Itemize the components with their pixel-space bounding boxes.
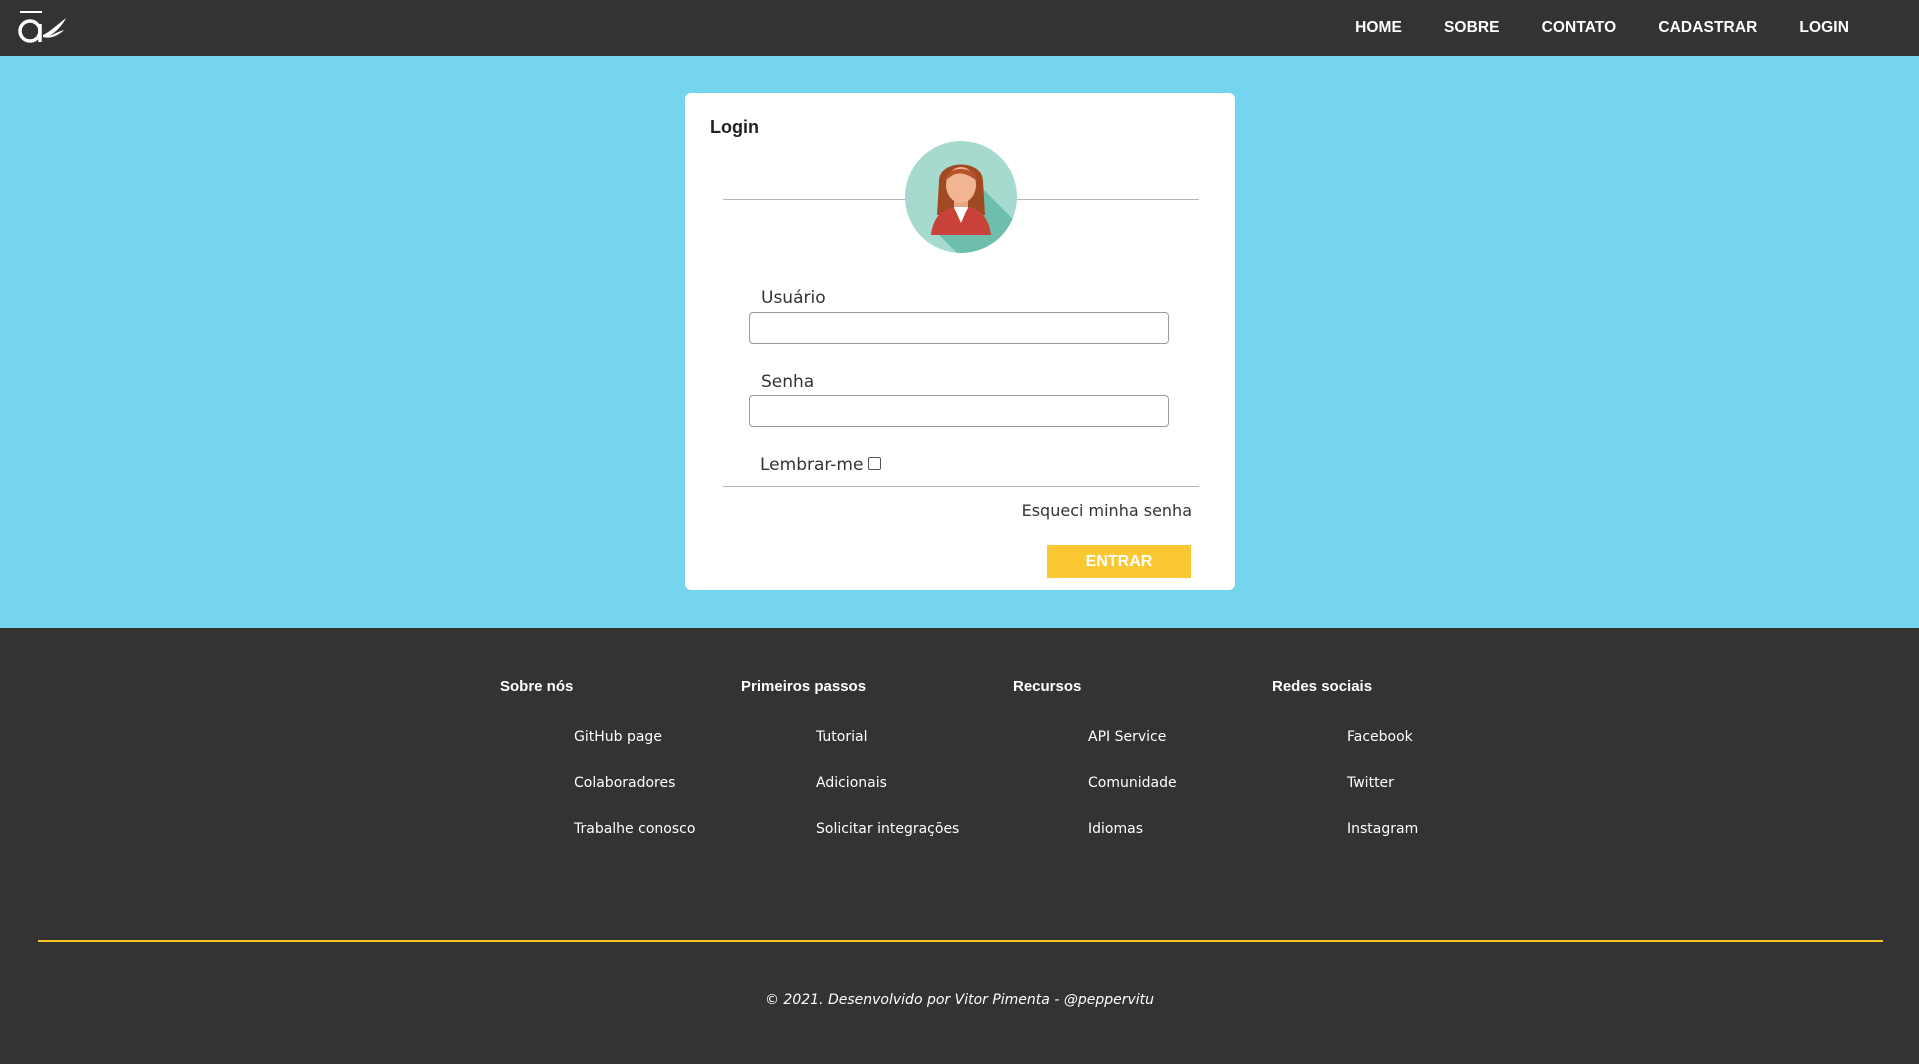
copyright-text: © 2021. Desenvolvido por Vitor Pimenta -…: [764, 992, 1154, 1008]
login-card: Login Usuário Senha Lembrar-me Esqueci m…: [685, 93, 1235, 590]
entrar-button[interactable]: ENTRAR: [1047, 545, 1191, 578]
password-input[interactable]: [749, 395, 1169, 427]
nav-links: HOME SOBRE CONTATO CADASTRAR LOGIN: [1313, 0, 1849, 56]
form-divider: [723, 486, 1199, 487]
footer-col-recursos: Recursos: [1013, 678, 1081, 695]
nav-home-link[interactable]: HOME: [1355, 19, 1402, 37]
nav-login-link[interactable]: LOGIN: [1799, 19, 1849, 37]
footer-heading-recursos: Recursos: [1013, 678, 1082, 695]
footer-col-redes: Redes sociais: [1272, 678, 1372, 695]
footer-link-trabalhe[interactable]: Trabalhe conosco: [574, 821, 695, 837]
footer: Sobre nós GitHub page Colaboradores Trab…: [0, 628, 1919, 1064]
footer-divider: [38, 940, 1883, 942]
nav-cadastrar-link[interactable]: CADASTRAR: [1658, 19, 1757, 37]
user-avatar-icon: [905, 141, 1017, 253]
footer-link-tutorial[interactable]: Tutorial: [816, 729, 867, 745]
footer-link-adicionais[interactable]: Adicionais: [816, 775, 887, 791]
remember-me-label: Lembrar-me: [760, 455, 864, 475]
footer-col-sobre: Sobre nós: [500, 678, 573, 695]
footer-link-integracoes[interactable]: Solicitar integrações: [816, 821, 959, 837]
forgot-password-link[interactable]: Esqueci minha senha: [1022, 501, 1192, 520]
avatar-divider-right: [1017, 199, 1199, 200]
remember-me-checkbox[interactable]: [868, 456, 882, 470]
username-label: Usuário: [761, 288, 826, 308]
nav-sobre-link[interactable]: SOBRE: [1444, 19, 1500, 37]
footer-heading-sobre: Sobre nós: [500, 678, 574, 695]
footer-link-comunidade[interactable]: Comunidade: [1088, 775, 1177, 791]
username-input[interactable]: [749, 312, 1169, 344]
footer-link-github[interactable]: GitHub page: [574, 729, 662, 745]
logo-icon[interactable]: [16, 8, 68, 46]
footer-heading-primeiros: Primeiros passos: [741, 678, 867, 695]
top-navbar: HOME SOBRE CONTATO CADASTRAR LOGIN: [0, 0, 1919, 56]
password-label: Senha: [761, 372, 815, 392]
nav-contato-link[interactable]: CONTATO: [1542, 19, 1617, 37]
login-title: Login: [710, 117, 759, 137]
avatar-divider-left: [723, 199, 905, 200]
remember-me-row: Lembrar-me: [760, 455, 882, 475]
footer-link-instagram[interactable]: Instagram: [1347, 821, 1418, 837]
footer-link-twitter[interactable]: Twitter: [1347, 775, 1394, 791]
footer-link-colaboradores[interactable]: Colaboradores: [574, 775, 675, 791]
footer-heading-redes: Redes sociais: [1272, 678, 1373, 695]
footer-link-api[interactable]: API Service: [1088, 729, 1166, 745]
footer-link-facebook[interactable]: Facebook: [1347, 729, 1413, 745]
footer-link-idiomas[interactable]: Idiomas: [1088, 821, 1143, 837]
footer-col-primeiros: Primeiros passos: [741, 678, 866, 695]
